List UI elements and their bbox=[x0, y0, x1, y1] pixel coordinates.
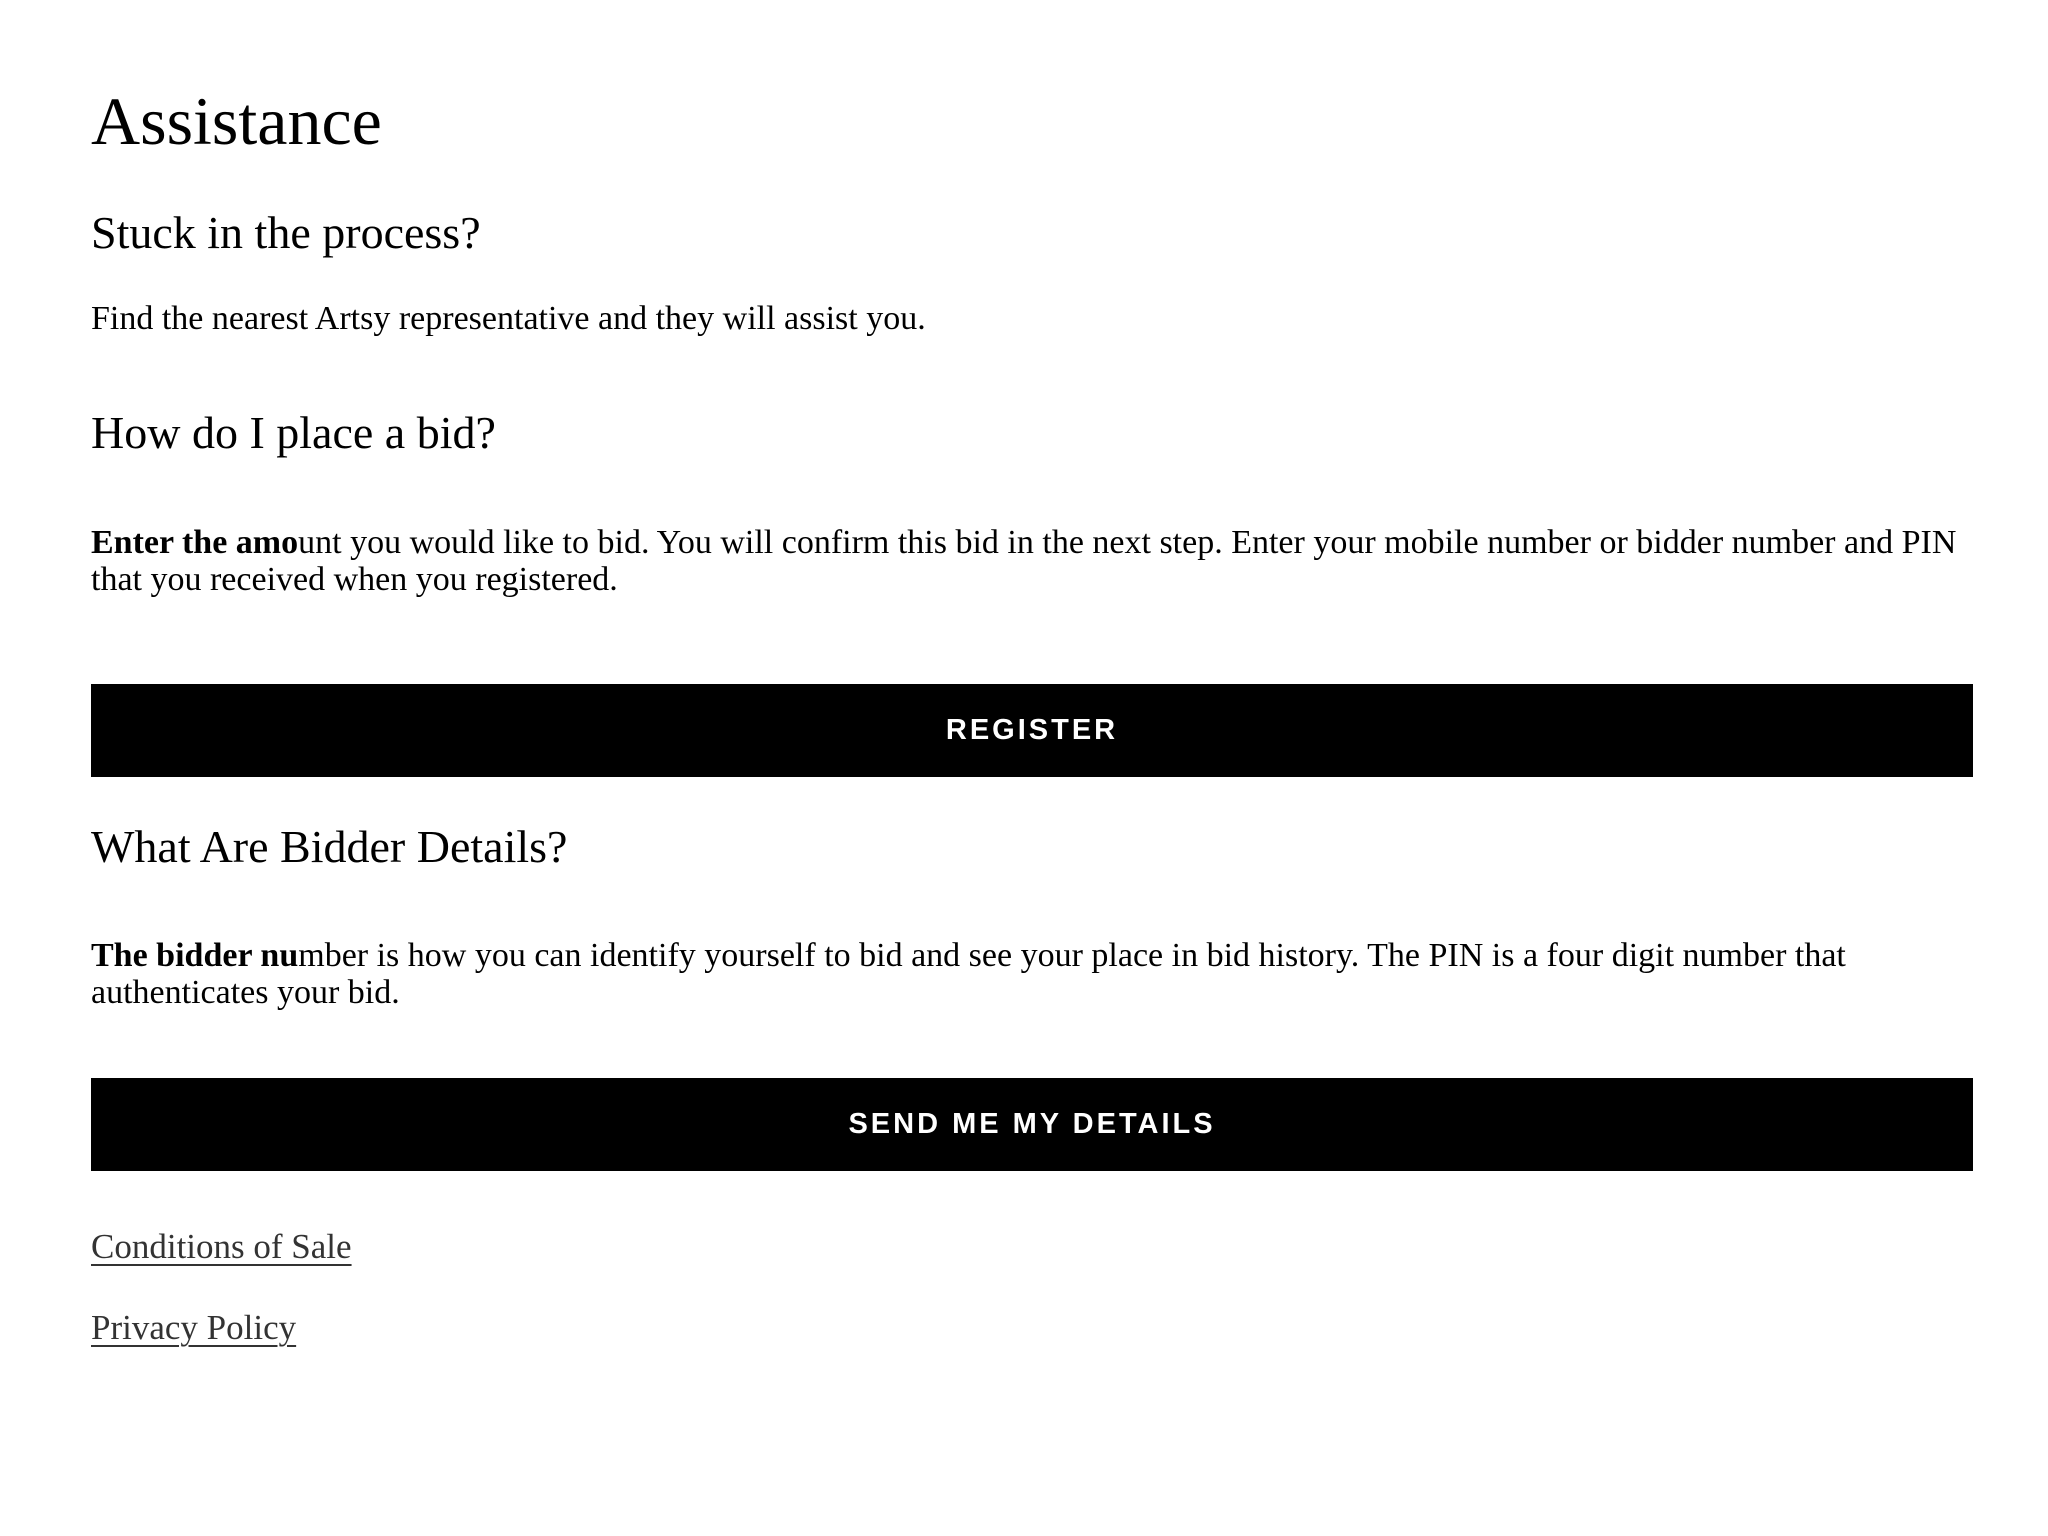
bidder-details-description-bold: The bidder nu bbox=[91, 937, 299, 974]
stuck-description: Find the nearest Artsy representative an… bbox=[91, 300, 926, 337]
page-title: Assistance bbox=[91, 83, 382, 159]
stuck-heading: Stuck in the process? bbox=[91, 207, 481, 258]
conditions-of-sale-link[interactable]: Conditions of Sale bbox=[91, 1226, 352, 1268]
place-bid-description-bold: Enter the amo bbox=[91, 524, 299, 561]
place-bid-heading: How do I place a bid? bbox=[91, 407, 496, 458]
place-bid-description: Enter the amount you would like to bid. … bbox=[91, 524, 1973, 598]
register-button[interactable]: Register bbox=[91, 684, 1973, 777]
bidder-details-description: The bidder number is how you can identif… bbox=[91, 937, 1973, 1011]
place-bid-description-rest: unt you would like to bid. You will conf… bbox=[91, 524, 1957, 598]
bidder-details-description-rest: mber is how you can identify yourself to… bbox=[91, 937, 1846, 1011]
bidder-details-heading: What Are Bidder Details? bbox=[91, 821, 568, 872]
send-details-button[interactable]: Send me my details bbox=[91, 1078, 1973, 1171]
privacy-policy-link[interactable]: Privacy Policy bbox=[91, 1307, 296, 1349]
